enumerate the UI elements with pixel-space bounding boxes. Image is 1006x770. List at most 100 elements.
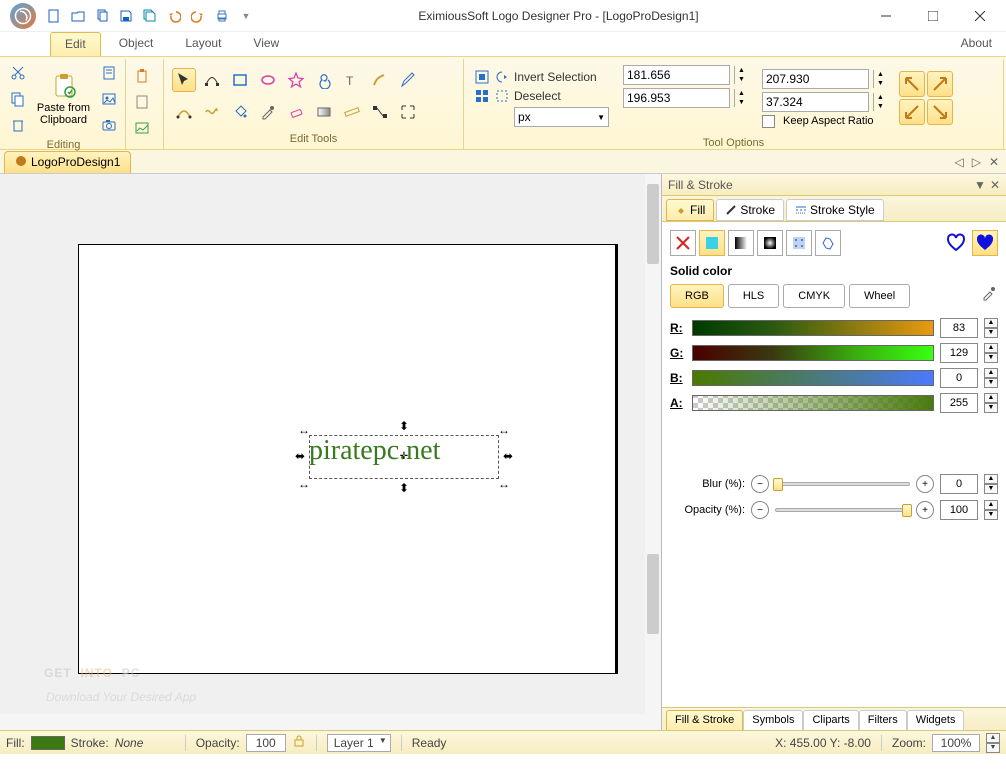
tab-close-icon[interactable]: ✕: [986, 155, 1002, 169]
canvas-page[interactable]: piratepc.net ↔ ⬍ ↔ ⬌ ⬌ ↔ ⬍ ↔ ✛: [78, 244, 618, 674]
heart-fill-icon[interactable]: [972, 230, 998, 256]
b-value[interactable]: 0: [940, 368, 978, 388]
saveall-icon[interactable]: [142, 8, 158, 24]
tab-edit[interactable]: Edit: [50, 32, 101, 56]
redo-icon[interactable]: [190, 8, 206, 24]
invert-icon[interactable]: [494, 69, 510, 85]
sb-opacity-value[interactable]: 100: [246, 734, 286, 752]
height-input[interactable]: 37.324: [762, 92, 869, 112]
opacity-value[interactable]: 100: [940, 500, 978, 520]
tab-object[interactable]: Object: [105, 32, 168, 56]
handle-l[interactable]: ⬌: [295, 451, 305, 461]
a-value[interactable]: 255: [940, 393, 978, 413]
y-input[interactable]: 207.930: [762, 69, 869, 89]
minimize-button[interactable]: [863, 2, 908, 30]
invert-selection-label[interactable]: Invert Selection: [514, 70, 609, 84]
width-input[interactable]: 196.953: [623, 88, 730, 108]
cut-icon[interactable]: [6, 61, 30, 85]
page-icon[interactable]: [130, 90, 154, 114]
tab-view[interactable]: View: [239, 32, 293, 56]
btab-filters[interactable]: Filters: [859, 710, 907, 730]
bezier-tool-icon[interactable]: [172, 100, 196, 124]
handle-t[interactable]: ⬍: [399, 421, 409, 431]
corner-tr-button[interactable]: [927, 71, 953, 97]
select-tool-icon[interactable]: [172, 68, 196, 92]
r-spinner[interactable]: ▲▼: [984, 318, 998, 338]
g-spinner[interactable]: ▲▼: [984, 343, 998, 363]
opacity-slider[interactable]: [775, 508, 910, 512]
cmyk-button[interactable]: CMYK: [783, 284, 845, 308]
rgb-button[interactable]: RGB: [670, 284, 724, 308]
document-tab[interactable]: LogoProDesign1: [4, 151, 131, 173]
camera-icon[interactable]: [97, 113, 121, 137]
keep-aspect-checkbox[interactable]: [762, 115, 775, 128]
paste-button[interactable]: Paste from Clipboard: [32, 68, 95, 130]
opacity-minus-button[interactable]: −: [751, 501, 769, 519]
fill-linear-icon[interactable]: [728, 230, 754, 256]
open-icon[interactable]: [70, 8, 86, 24]
x-input[interactable]: 181.656: [623, 65, 730, 85]
fill-radial-icon[interactable]: [757, 230, 783, 256]
fill-none-icon[interactable]: [670, 230, 696, 256]
connector-tool-icon[interactable]: [368, 100, 392, 124]
tab-stroke-style[interactable]: Stroke Style: [786, 199, 884, 221]
btab-symbols[interactable]: Symbols: [743, 710, 803, 730]
maximize-button[interactable]: [910, 2, 955, 30]
delete-icon[interactable]: [6, 113, 30, 137]
r-value[interactable]: 83: [940, 318, 978, 338]
undo-icon[interactable]: [166, 8, 182, 24]
measure-tool-icon[interactable]: [340, 100, 364, 124]
canvas-area[interactable]: piratepc.net ↔ ⬍ ↔ ⬌ ⬌ ↔ ⬍ ↔ ✛ GET INTO …: [0, 174, 662, 730]
blur-spinner[interactable]: ▲▼: [984, 474, 998, 494]
eyedropper-icon[interactable]: [980, 284, 998, 302]
paintbucket-tool-icon[interactable]: [228, 100, 252, 124]
fill-solid-icon[interactable]: [699, 230, 725, 256]
handle-tl[interactable]: ↔: [299, 425, 309, 435]
doc-icon[interactable]: [97, 61, 121, 85]
wheel-button[interactable]: Wheel: [849, 284, 910, 308]
vertical-scrollbar[interactable]: [645, 174, 661, 730]
select-mode-icon[interactable]: [474, 69, 490, 85]
handle-b[interactable]: ⬍: [399, 483, 409, 493]
new-icon[interactable]: [46, 8, 62, 24]
gradient-tool-icon[interactable]: [312, 100, 336, 124]
rect-tool-icon[interactable]: [228, 68, 252, 92]
unit-select[interactable]: px▼: [514, 107, 609, 127]
deselect-label[interactable]: Deselect: [514, 89, 609, 103]
blur-value[interactable]: 0: [940, 474, 978, 494]
corner-bl-button[interactable]: [899, 99, 925, 125]
blur-minus-button[interactable]: −: [751, 475, 769, 493]
about-link[interactable]: About: [947, 32, 1006, 56]
deselect-icon[interactable]: [494, 88, 510, 104]
sb-fill-swatch[interactable]: [31, 736, 65, 750]
a-slider[interactable]: [692, 395, 934, 411]
sb-zoom-spinner[interactable]: ▲▼: [986, 733, 1000, 753]
btab-fill-stroke[interactable]: Fill & Stroke: [666, 710, 743, 730]
b-slider[interactable]: [692, 370, 934, 386]
sb-lock-icon[interactable]: [292, 734, 306, 751]
handle-bl[interactable]: ↔: [299, 479, 309, 489]
fill-pattern-icon[interactable]: [786, 230, 812, 256]
sb-zoom-value[interactable]: 100%: [932, 734, 980, 752]
text-tool-icon[interactable]: T: [340, 68, 364, 92]
g-value[interactable]: 129: [940, 343, 978, 363]
select-all-icon[interactable]: [474, 88, 490, 104]
sb-layer-select[interactable]: Layer 1▼: [327, 734, 391, 752]
pencil-tool-icon[interactable]: [396, 68, 420, 92]
sb-stroke-value[interactable]: None: [115, 736, 175, 750]
clipboard-icon[interactable]: [130, 64, 154, 88]
tab-stroke[interactable]: Stroke: [716, 199, 784, 221]
handle-center[interactable]: ✛: [399, 451, 409, 461]
ellipse-tool-icon[interactable]: [256, 68, 280, 92]
tab-next-icon[interactable]: ▷: [969, 155, 984, 169]
close-button[interactable]: [957, 2, 1002, 30]
btab-widgets[interactable]: Widgets: [907, 710, 965, 730]
opacity-spinner[interactable]: ▲▼: [984, 500, 998, 520]
star-tool-icon[interactable]: [284, 68, 308, 92]
blur-plus-button[interactable]: +: [916, 475, 934, 493]
panel-menu-icon[interactable]: ▼: [974, 178, 986, 192]
corner-br-button[interactable]: [927, 99, 953, 125]
hls-button[interactable]: HLS: [728, 284, 779, 308]
a-spinner[interactable]: ▲▼: [984, 393, 998, 413]
handle-br[interactable]: ↔: [499, 479, 509, 489]
